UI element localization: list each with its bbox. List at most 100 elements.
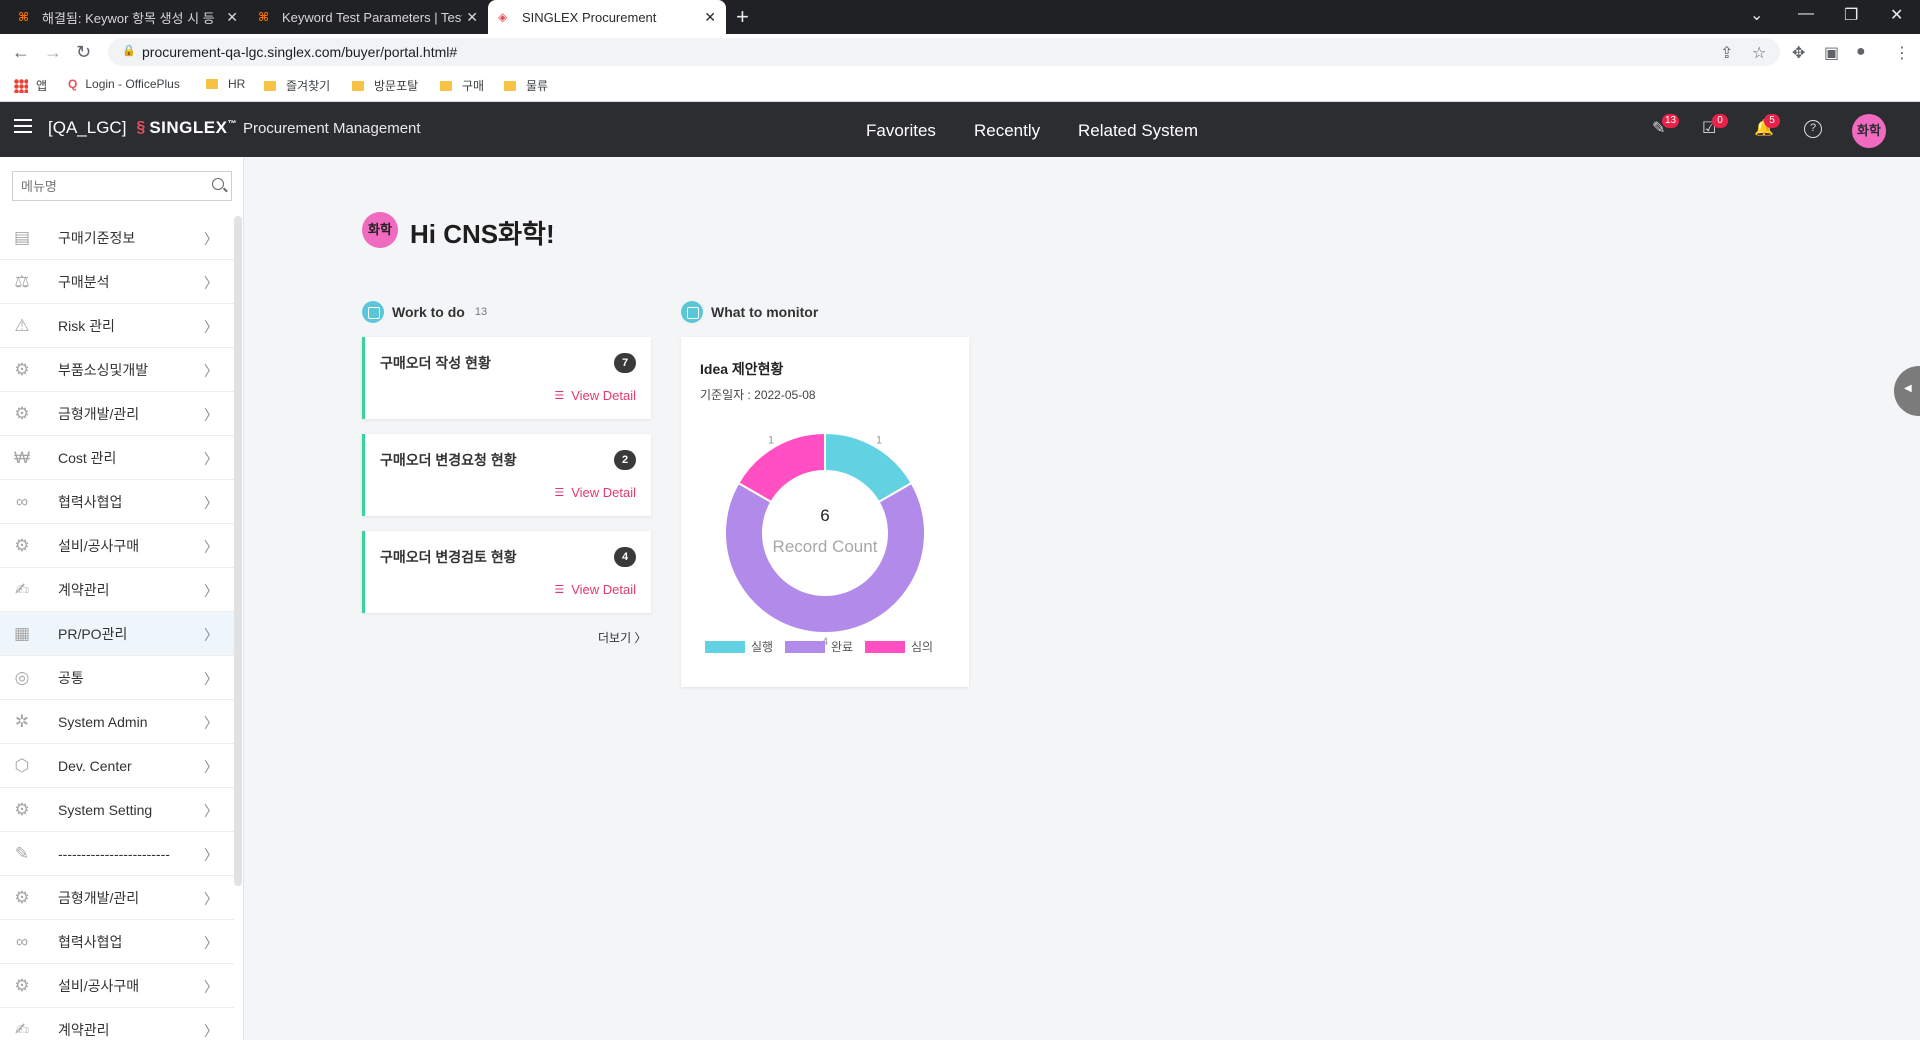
tab-close-icon[interactable]: ✕ xyxy=(704,9,716,26)
help-button[interactable]: ? xyxy=(1804,120,1822,138)
side-panel-icon[interactable]: ▣ xyxy=(1824,43,1839,63)
bookmark-star-icon[interactable]: ☆ xyxy=(1752,43,1766,63)
menu-search-input[interactable] xyxy=(13,172,193,200)
equipment-icon: ⚙ xyxy=(14,976,30,995)
tab-title: SINGLEX Procurement xyxy=(522,9,657,25)
chevron-right-icon: 〉 xyxy=(204,539,218,555)
list-icon: ☰ xyxy=(554,390,565,402)
sidebar-item[interactable]: ⚠ Risk 관리 〉 xyxy=(0,304,234,348)
user-avatar[interactable]: 화학 xyxy=(1852,114,1886,148)
building-list-icon: ▤ xyxy=(13,228,31,247)
bookmark-apps[interactable]: 앱 xyxy=(14,77,47,94)
greeting-avatar: 화학 xyxy=(362,212,398,248)
bookmark-hr[interactable]: HR xyxy=(206,77,245,91)
search-icon[interactable] xyxy=(212,178,224,190)
view-detail-link[interactable]: ☰ View Detail xyxy=(554,388,636,403)
more-link[interactable]: 더보기 〉 xyxy=(598,629,646,646)
reload-icon[interactable]: ↻ xyxy=(76,42,91,63)
sidebar-item[interactable]: ⬡ Dev. Center 〉 xyxy=(0,744,234,788)
view-detail-link[interactable]: ☰ View Detail xyxy=(554,485,636,500)
browser-tab-2[interactable]: ⌘ Keyword Test Parameters | TestC ✕ xyxy=(248,0,488,34)
minimize-icon[interactable]: — xyxy=(1798,5,1814,23)
gear-search-icon: ⚙ xyxy=(14,360,30,379)
url-text[interactable]: procurement-qa-lgc.singlex.com/buyer/por… xyxy=(142,44,457,60)
sidebar-item[interactable]: ∞ 협력사협업 〉 xyxy=(0,480,234,524)
folder-icon xyxy=(206,79,218,89)
task-card[interactable]: 구매오더 변경검토 현황 4 ☰ View Detail xyxy=(362,531,651,613)
sidebar-item[interactable]: ⚖ 구매분석 〉 xyxy=(0,260,234,304)
brand[interactable]: [QA_LGC] § SINGLEX™ Procurement Manageme… xyxy=(48,118,421,138)
center-value: 6 xyxy=(820,506,829,525)
sidebar-item[interactable]: ⚙ 금형개발/관리 〉 xyxy=(0,392,234,436)
sidebar-item[interactable]: ₩ Cost 관리 〉 xyxy=(0,436,234,480)
sidebar-item[interactable]: ⚙ 금형개발/관리 〉 xyxy=(0,876,234,920)
chevron-right-icon: 〉 xyxy=(204,319,218,335)
view-detail-link[interactable]: ☰ View Detail xyxy=(554,582,636,597)
sidebar-item[interactable]: ◎ 공통 〉 xyxy=(0,656,234,700)
sidebar-item[interactable]: ⚙ 설비/공사구매 〉 xyxy=(0,964,234,1008)
sidebar-item[interactable]: ✍ 계약관리 〉 xyxy=(0,1008,234,1040)
legend-swatch[interactable] xyxy=(865,641,905,653)
chevron-right-icon: 〉 xyxy=(204,451,218,467)
sidebar-item-active[interactable]: ▦ PR/PO관리 〉 xyxy=(0,612,234,656)
chevron-right-icon: 〉 xyxy=(204,231,218,247)
profile-icon[interactable]: ● xyxy=(1856,43,1866,61)
legend-swatch[interactable] xyxy=(705,641,745,653)
restore-icon[interactable]: ❐ xyxy=(1844,5,1858,25)
menu-toggle-icon[interactable] xyxy=(14,119,32,133)
new-tab-button[interactable]: + xyxy=(736,4,749,30)
officeplus-icon: Q xyxy=(68,77,78,91)
approval-button[interactable]: ☑ 0 xyxy=(1702,114,1728,138)
close-window-icon[interactable]: ✕ xyxy=(1890,5,1903,25)
sidebar-item[interactable]: ✎ ------------------------ 〉 xyxy=(0,832,234,876)
sidebar-item[interactable]: ⚙ 부품소싱및개발 〉 xyxy=(0,348,234,392)
donut-slice-3[interactable] xyxy=(737,431,826,504)
side-panel-toggle[interactable]: ◀ xyxy=(1894,366,1920,416)
browser-menu-icon[interactable]: ⋮ xyxy=(1894,43,1910,63)
sidebar-item[interactable]: ⚙ System Setting 〉 xyxy=(0,788,234,832)
address-bar[interactable]: 🔒 procurement-qa-lgc.singlex.com/buyer/p… xyxy=(108,38,1780,66)
bookmark-favorites[interactable]: 즐겨찾기 xyxy=(264,77,330,94)
task-card[interactable]: 구매오더 변경요청 현황 2 ☰ View Detail xyxy=(362,434,651,516)
task-card[interactable]: 구매오더 작성 현황 7 ☰ View Detail xyxy=(362,337,651,419)
back-icon[interactable]: ← xyxy=(12,42,30,63)
bookmark-purchase[interactable]: 구매 xyxy=(440,77,484,94)
task-edit-button[interactable]: ✎ 13 xyxy=(1652,114,1680,138)
tab-search-icon[interactable]: ⌄ xyxy=(1750,5,1763,25)
address-toolbar: ← → ↻ 🔒 procurement-qa-lgc.singlex.com/b… xyxy=(0,34,1920,70)
legend-label[interactable]: 실행 xyxy=(751,639,773,654)
browser-tab-3[interactable]: ◈ SINGLEX Procurement ✕ xyxy=(488,0,726,34)
sidebar-item[interactable]: ▤ 구매기준정보 〉 xyxy=(0,216,234,260)
nav-recently[interactable]: Recently xyxy=(974,121,1040,141)
notification-button[interactable]: 🔔 5 xyxy=(1754,114,1780,138)
chevron-right-icon: 〉 xyxy=(204,275,218,291)
forward-icon[interactable]: → xyxy=(44,42,62,63)
share-icon[interactable]: ⇪ xyxy=(1720,43,1733,63)
task-count-badge: 2 xyxy=(614,450,636,470)
tab-close-icon[interactable]: ✕ xyxy=(226,9,238,26)
mold-gear-icon: ⚙ xyxy=(14,404,30,423)
extensions-icon[interactable]: ✥ xyxy=(1792,43,1805,63)
legend-label[interactable]: 심의 xyxy=(911,640,933,654)
app-header: [QA_LGC] § SINGLEX™ Procurement Manageme… xyxy=(0,102,1920,157)
bookmark-officeplus[interactable]: Q Login - OfficePlus xyxy=(68,77,180,91)
task-badge: 13 xyxy=(1662,114,1680,128)
handshake-icon: ∞ xyxy=(15,932,29,951)
legend-label[interactable]: 완료 xyxy=(831,640,853,654)
legend-swatch[interactable] xyxy=(785,641,825,653)
bookmark-logistics[interactable]: 물류 xyxy=(504,77,548,94)
nav-related-system[interactable]: Related System xyxy=(1078,121,1198,141)
checklist-icon xyxy=(362,301,384,323)
sidebar-scrollbar[interactable] xyxy=(234,216,242,886)
sidebar-item[interactable]: ⚙ 설비/공사구매 〉 xyxy=(0,524,234,568)
nav-favorites[interactable]: Favorites xyxy=(866,121,936,141)
contract-icon: ✍ xyxy=(14,1020,30,1039)
sidebar-item[interactable]: ✍ 계약관리 〉 xyxy=(0,568,234,612)
tenant-tag: [QA_LGC] xyxy=(48,118,127,137)
sidebar-item[interactable]: ∞ 협력사협업 〉 xyxy=(0,920,234,964)
sidebar-item[interactable]: ✲ System Admin 〉 xyxy=(0,700,234,744)
browser-tab-1[interactable]: ⌘ 해결됨: Keywor 항목 생성 시 등 ✕ xyxy=(8,0,248,34)
greeting-title: Hi CNS화학! xyxy=(410,219,555,249)
bookmark-visit-portal[interactable]: 방문포탈 xyxy=(352,77,418,94)
tab-close-icon[interactable]: ✕ xyxy=(466,9,478,26)
